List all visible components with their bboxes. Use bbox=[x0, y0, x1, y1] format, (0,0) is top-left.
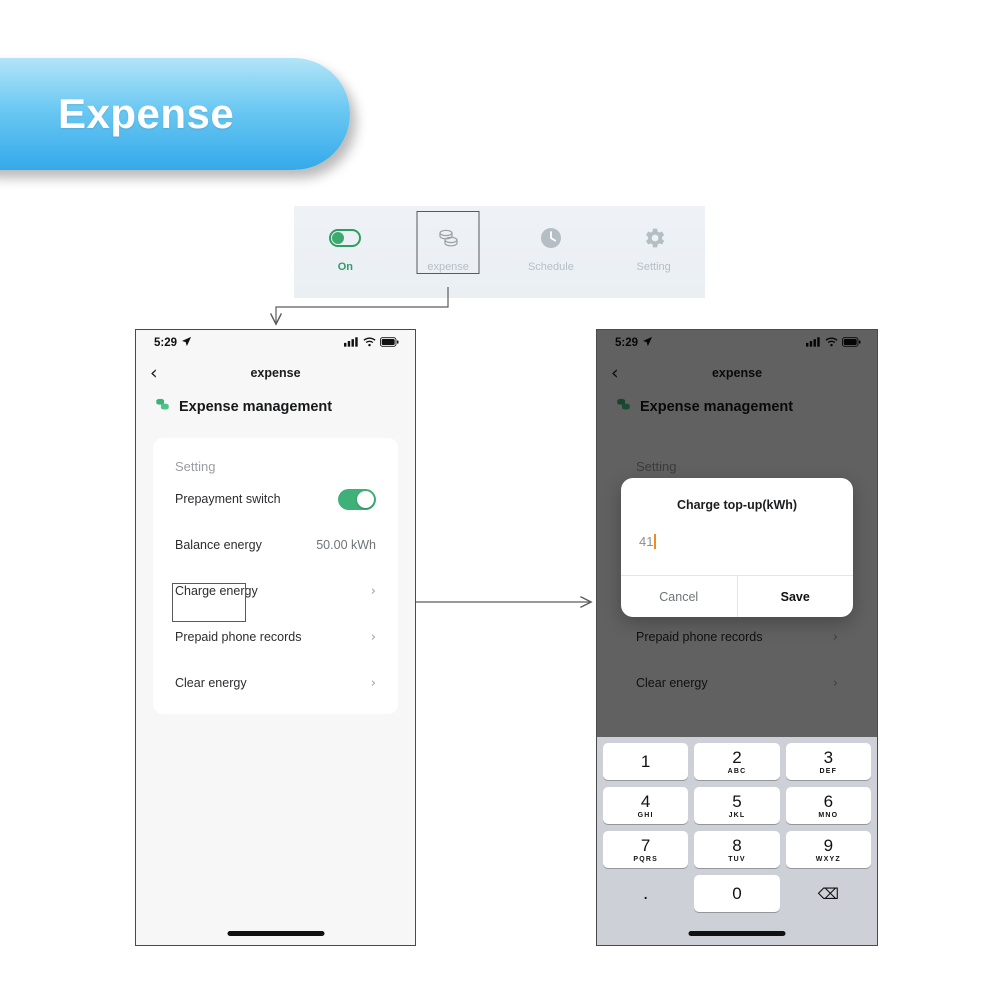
balance-energy-value: 50.00 kWh bbox=[316, 538, 376, 552]
key-sub: JKL bbox=[728, 811, 746, 819]
row-label: Prepaid phone records bbox=[175, 630, 302, 644]
toolbar-item-schedule-label: Schedule bbox=[527, 261, 574, 273]
key-decimal[interactable]: . bbox=[603, 875, 688, 912]
coins-icon bbox=[154, 396, 171, 418]
key-num: . bbox=[643, 883, 649, 904]
key-num: 4 bbox=[640, 791, 651, 811]
toolbar-item-setting-label: Setting bbox=[636, 261, 671, 273]
charge-energy-highlight-box bbox=[172, 583, 246, 622]
row-balance-energy: Balance energy 50.00 kWh bbox=[153, 522, 398, 568]
key-2[interactable]: 2 ABC bbox=[694, 743, 780, 780]
chevron-right-icon: › bbox=[370, 583, 376, 599]
cancel-button[interactable]: Cancel bbox=[621, 576, 737, 617]
key-num: 3 bbox=[823, 747, 834, 767]
key-6[interactable]: 6 MNO bbox=[785, 787, 871, 824]
keypad-row: 1 2 ABC 3 DEF bbox=[600, 743, 874, 780]
toolbar-item-on-label: On bbox=[337, 261, 354, 273]
key-num: 9 bbox=[823, 835, 834, 855]
charge-topup-dialog: Charge top-up(kWh) 41 Cancel Save bbox=[621, 478, 853, 617]
key-num: 5 bbox=[732, 791, 742, 811]
dialog-title: Charge top-up(kWh) bbox=[676, 498, 798, 512]
row-label: Balance energy bbox=[175, 538, 262, 552]
settings-card: Setting Prepayment switch Balance energy… bbox=[153, 438, 398, 714]
phone-right: 5:29 bbox=[596, 329, 878, 946]
key-5[interactable]: 5 JKL bbox=[694, 787, 780, 824]
page-title: Expense management bbox=[136, 390, 415, 428]
keypad-row: 7 PQRS 8 TUV 9 WXYZ bbox=[600, 831, 874, 868]
nav-title: expense bbox=[250, 366, 301, 380]
toggle-on-icon bbox=[329, 221, 362, 255]
location-arrow-icon bbox=[181, 336, 192, 350]
wifi-icon bbox=[363, 336, 376, 350]
chevron-right-icon: › bbox=[370, 629, 376, 645]
key-num: 8 bbox=[732, 835, 742, 855]
prepayment-toggle[interactable] bbox=[338, 488, 376, 510]
key-sub: WXYZ bbox=[815, 855, 841, 863]
nav-bar: ‹ expense bbox=[136, 356, 415, 390]
keypad-row: 4 GHI 5 JKL 6 MNO bbox=[600, 787, 874, 824]
dialog-actions: Cancel Save bbox=[621, 575, 853, 617]
key-sub: DEF bbox=[819, 767, 838, 775]
row-label: Prepayment switch bbox=[175, 492, 281, 506]
key-9[interactable]: 9 WXYZ bbox=[785, 831, 871, 868]
key-1[interactable]: 1 bbox=[603, 743, 689, 780]
text-caret bbox=[654, 534, 657, 549]
toolbar-item-expense[interactable]: expense bbox=[397, 206, 500, 274]
signal-bars-icon bbox=[344, 336, 359, 350]
numeric-keypad: 1 2 ABC 3 DEF 4 GHI 5 JKL 6 MNO 7 PQRS 8… bbox=[597, 737, 877, 945]
key-sub: MNO bbox=[818, 811, 839, 819]
status-bar: 5:29 bbox=[136, 330, 415, 356]
key-num: 1 bbox=[640, 752, 651, 771]
backspace-icon[interactable]: ⌫ bbox=[786, 875, 871, 912]
key-sub: ABC bbox=[727, 767, 747, 775]
key-4[interactable]: 4 GHI bbox=[603, 787, 689, 824]
keypad-row: . 0 ⌫ bbox=[600, 875, 874, 912]
status-time: 5:29 bbox=[154, 337, 178, 349]
key-3[interactable]: 3 DEF bbox=[785, 743, 871, 780]
toolbar-item-schedule[interactable]: Schedule bbox=[500, 206, 603, 273]
key-8[interactable]: 8 TUV bbox=[694, 831, 780, 868]
expense-banner: Expense bbox=[0, 58, 350, 170]
row-clear-energy[interactable]: Clear energy › bbox=[153, 660, 398, 706]
key-num: 7 bbox=[640, 835, 651, 855]
key-sub: PQRS bbox=[633, 855, 658, 863]
battery-icon bbox=[380, 336, 399, 350]
home-indicator bbox=[688, 931, 786, 936]
key-sub: TUV bbox=[728, 855, 746, 863]
toolbar-item-setting[interactable]: Setting bbox=[602, 206, 705, 273]
row-prepayment-switch[interactable]: Prepayment switch bbox=[153, 476, 398, 522]
key-7[interactable]: 7 PQRS bbox=[603, 831, 689, 868]
key-sub: GHI bbox=[637, 811, 654, 819]
toolbar-item-on[interactable]: On bbox=[294, 206, 397, 273]
gear-icon bbox=[641, 221, 667, 255]
page-title-text: Expense management bbox=[179, 399, 333, 415]
key-num: 0 bbox=[732, 884, 742, 903]
phone-left: 5:29 ‹ expense Expense management Settin… bbox=[135, 329, 416, 946]
home-indicator bbox=[227, 931, 324, 936]
key-num: 6 bbox=[823, 791, 834, 811]
device-toolbar: On expense Schedule Setting bbox=[294, 206, 705, 298]
chevron-right-icon: › bbox=[370, 675, 376, 691]
save-button[interactable]: Save bbox=[736, 576, 854, 617]
expense-highlight-box bbox=[416, 211, 480, 274]
banner-title: Expense bbox=[58, 90, 235, 137]
key-0[interactable]: 0 bbox=[694, 875, 780, 912]
key-num: 2 bbox=[732, 747, 742, 767]
charge-amount-value: 41 bbox=[639, 534, 654, 549]
clock-icon bbox=[538, 221, 564, 255]
charge-amount-input[interactable]: 41 bbox=[621, 512, 853, 575]
card-title: Setting bbox=[175, 459, 216, 474]
row-label: Clear energy bbox=[175, 676, 247, 690]
